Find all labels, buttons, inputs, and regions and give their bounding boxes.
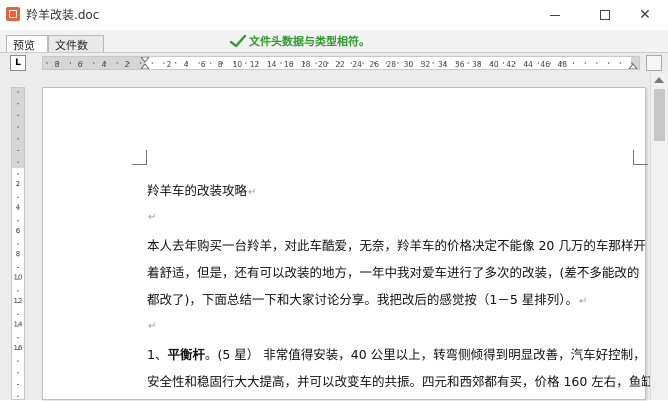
scroll-up-icon[interactable]: [654, 77, 664, 83]
ruler-label: 2: [167, 60, 172, 69]
vertical-ruler-label: 4: [16, 203, 21, 211]
vertical-ruler[interactable]: 2 4 6 8 10 12 14 16: [11, 87, 25, 400]
ruler-label: 28: [387, 60, 397, 69]
doc-line: ↵: [148, 212, 157, 223]
ruler-label: 22: [335, 60, 345, 69]
vertical-ruler-label: 2: [16, 180, 20, 188]
ruler-label: 20: [318, 60, 328, 69]
tab-stop-selector[interactable]: L: [10, 55, 26, 71]
vertical-ruler-label: 12: [14, 297, 23, 305]
ruler-label: 8: [218, 60, 223, 69]
maximize-icon: [600, 10, 610, 20]
ruler-label: 4: [102, 60, 107, 69]
vertical-ruler-label: 16: [14, 344, 23, 352]
doc-line: 着舒适，但是，还有可以改装的地方，一年中我对爱车进行了多次的改装，(差不多能改的: [147, 265, 640, 280]
minimize-button[interactable]: [532, 0, 578, 30]
ruler-label: 26: [369, 60, 379, 69]
vertical-ruler-label: 6: [16, 227, 21, 235]
close-button[interactable]: ✕: [622, 0, 668, 30]
ruler-label: 8: [55, 60, 60, 69]
tab-bar: 预览 文件数据 文件头数据与类型相符。: [0, 30, 668, 68]
ruler-label: 40: [489, 60, 499, 69]
ruler-label: 16: [284, 60, 294, 69]
check-icon: [230, 34, 246, 48]
scroll-thumb[interactable]: [654, 89, 665, 141]
ruler-label: 6: [201, 60, 206, 69]
ruler-label: 38: [472, 60, 482, 69]
vertical-ruler-label: 8: [16, 250, 20, 258]
ruler-label: 14: [267, 60, 277, 69]
ruler-label: 46: [540, 60, 550, 69]
vertical-scrollbar[interactable]: [650, 73, 668, 400]
crop-mark-top-right: [633, 150, 648, 165]
doc-line: 安全性和稳固行大大提高，并可以改变车的共振。四元和西郊都有买，价格 160 左右…: [147, 374, 654, 389]
ruler-label: 30: [404, 60, 414, 69]
crop-mark-top-left: [132, 150, 147, 165]
close-icon: ✕: [639, 7, 651, 23]
ruler-ticks: 8 6 4 2 2 4 6 8 10 12 14 16 18 20 22 24 26 28 30 32 34 36 38 40…: [46, 57, 638, 69]
ruler-label: 48: [558, 60, 568, 69]
ruler-label: 2: [125, 60, 130, 69]
ruler-label: 4: [184, 60, 189, 69]
doc-line: 1、平衡杆。(5 星） 非常值得安装，40 公里以上，转弯侧倾得到明显改善，汽车…: [147, 347, 646, 362]
ruler-label: 6: [78, 60, 83, 69]
tab-file-data[interactable]: 文件数据: [48, 35, 104, 68]
ruler-strip: L 8 6 4 2 2 4 6 8 10 12 14 16 18 20 22 24 26 28 30 32 34 36 38…: [0, 53, 668, 73]
tab-preview[interactable]: 预览: [6, 35, 48, 52]
ruler-label: 34: [438, 60, 448, 69]
ruler-label: 36: [455, 60, 465, 69]
ruler-label: 24: [352, 60, 362, 69]
ruler-label: 10: [233, 60, 243, 69]
doc-line: 都改了)，下面总结一下和大家讨论分享。我把改后的感觉按（1－5 星排列）。↵: [147, 292, 588, 307]
vertical-ruler-ticks: 2 4 6 8 10 12 14 16: [14, 91, 23, 397]
horizontal-ruler[interactable]: 8 6 4 2 2 4 6 8 10 12 14 16 18 20 22 24 26 28 30 32 34 36 38 40…: [42, 56, 640, 70]
vertical-ruler-label: 10: [14, 274, 23, 282]
ruler-label: 42: [506, 60, 516, 69]
window-title: 羚羊改装.doc: [26, 8, 100, 22]
ruler-label: 18: [301, 60, 311, 69]
minimize-icon: [550, 14, 560, 16]
ruler-label: 44: [523, 60, 533, 69]
doc-line: 本人去年购买一台羚羊，对此车酷爱，无奈，羚羊车的价格决定不能像 20 几万的车那…: [147, 238, 646, 253]
doc-line: 羚羊车的改装攻略↵: [147, 183, 257, 198]
app-icon: [6, 7, 20, 21]
title-bar: 羚羊改装.doc ✕: [0, 0, 668, 31]
doc-line: ↵: [148, 321, 157, 332]
ruler-label: 32: [421, 60, 431, 69]
document-area: 2 4 6 8 10 12 14 16 羚羊车的改装攻略↵ ↵ 本人去年购买一台羚羊，对此车酷…: [0, 73, 668, 400]
status-text: 文件头数据与类型相符。: [249, 35, 370, 48]
status-message: 文件头数据与类型相符。: [230, 33, 370, 49]
indent-marker-icon: [140, 57, 150, 69]
document-page[interactable]: 羚羊车的改装攻略↵ ↵ 本人去年购买一台羚羊，对此车酷爱，无奈，羚羊车的价格决定…: [42, 87, 654, 400]
right-indent-marker-icon: [628, 63, 638, 69]
ruler-label: 12: [250, 60, 260, 69]
vertical-ruler-label: 14: [14, 320, 23, 328]
view-ruler-button[interactable]: [646, 55, 662, 71]
